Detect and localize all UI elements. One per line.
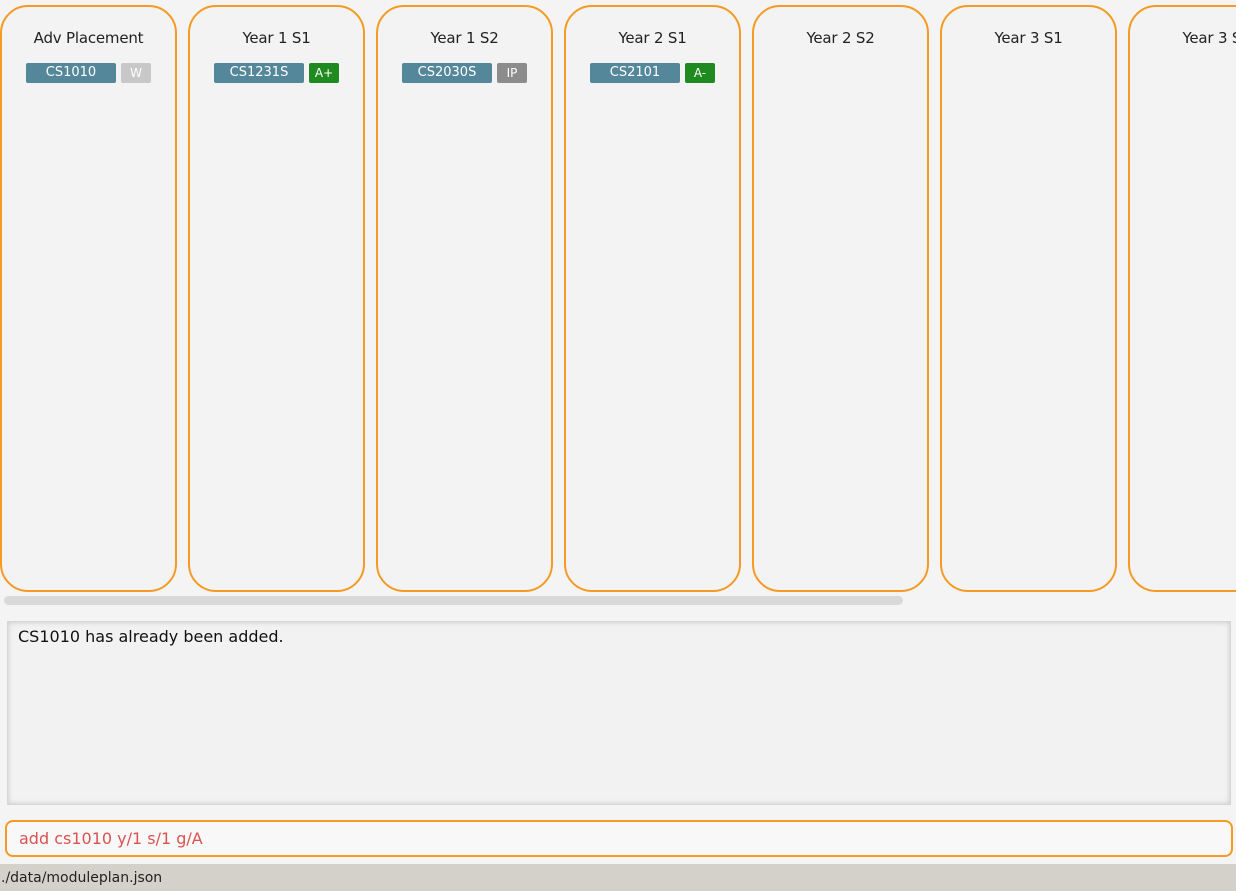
module-code-badge[interactable]: CS2101 (590, 63, 680, 83)
module-item[interactable]: CS2030S IP (378, 63, 551, 83)
save-location-path: ./data/moduleplan.json (1, 870, 163, 886)
module-grade-badge: IP (497, 63, 527, 83)
scrollbar-thumb[interactable] (4, 596, 903, 605)
semester-panel-adv-placement[interactable]: Adv Placement CS1010 W (0, 5, 177, 592)
horizontal-scrollbar[interactable] (0, 592, 1236, 610)
semester-title: Year 2 S1 (618, 29, 687, 47)
semester-board[interactable]: Adv Placement CS1010 W Year 1 S1 CS1231S… (0, 0, 1236, 592)
module-grade-badge: A+ (309, 63, 339, 83)
result-display[interactable]: CS1010 has already been added. (7, 621, 1231, 805)
module-grade-badge: A- (685, 63, 715, 83)
module-grade-badge: W (121, 63, 151, 83)
semester-panel-year1-s2[interactable]: Year 1 S2 CS2030S IP (376, 5, 553, 592)
semester-panel-year2-s1[interactable]: Year 2 S1 CS2101 A- (564, 5, 741, 592)
command-input[interactable] (19, 829, 1219, 848)
result-message: CS1010 has already been added. (18, 627, 284, 646)
module-code-badge[interactable]: CS1010 (26, 63, 116, 83)
semester-title: Year 1 S1 (242, 29, 311, 47)
app-window: Adv Placement CS1010 W Year 1 S1 CS1231S… (0, 0, 1236, 891)
semester-title: Adv Placement (33, 29, 144, 47)
semester-title: Year 2 S2 (806, 29, 875, 47)
status-bar: ./data/moduleplan.json (0, 864, 1236, 891)
command-box[interactable] (5, 820, 1233, 857)
module-item[interactable]: CS2101 A- (566, 63, 739, 83)
module-item[interactable]: CS1010 W (2, 63, 175, 83)
semester-title: Year 1 S2 (430, 29, 499, 47)
module-item[interactable]: CS1231S A+ (190, 63, 363, 83)
semester-title: Year 3 S1 (994, 29, 1063, 47)
semester-panel-year3-s2[interactable]: Year 3 S2 (1128, 5, 1236, 592)
semester-title: Year 3 S2 (1182, 29, 1236, 47)
semester-panel-year1-s1[interactable]: Year 1 S1 CS1231S A+ (188, 5, 365, 592)
semester-panel-year2-s2[interactable]: Year 2 S2 (752, 5, 929, 592)
semester-panel-year3-s1[interactable]: Year 3 S1 (940, 5, 1117, 592)
module-code-badge[interactable]: CS2030S (402, 63, 492, 83)
module-code-badge[interactable]: CS1231S (214, 63, 304, 83)
